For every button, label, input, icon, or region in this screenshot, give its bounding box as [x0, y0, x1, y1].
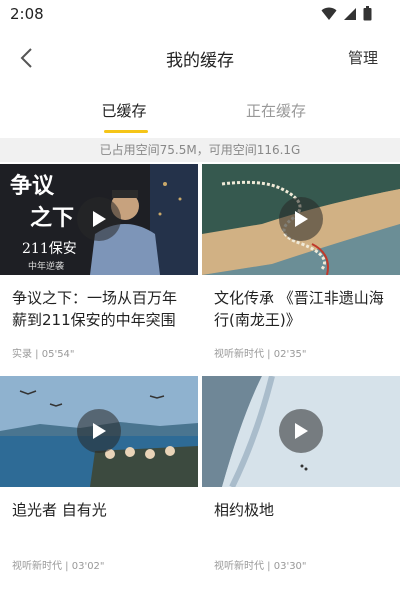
tab-bar: 已缓存 正在缓存 — [0, 96, 400, 136]
active-tab-indicator — [104, 130, 148, 133]
page-title: 我的缓存 — [166, 51, 234, 71]
video-thumbnail[interactable] — [0, 376, 198, 487]
video-thumbnail[interactable]: 争议 之下 211保安 中年逆袭 — [0, 164, 198, 275]
video-card[interactable]: 争议 之下 211保安 中年逆袭 争议之下：一场从百万年薪到211保安的中年突围… — [0, 164, 198, 360]
battery-icon — [363, 6, 372, 21]
wifi-icon — [321, 7, 337, 20]
play-icon — [93, 211, 106, 227]
back-icon — [20, 48, 32, 68]
thumbnail-caption: 211保安 — [22, 241, 77, 257]
video-meta: 视听新时代 | 03'02" — [12, 561, 105, 572]
play-icon — [295, 423, 308, 439]
video-title[interactable]: 文化传承 《晋江非遗山海行(南龙王)》 — [214, 287, 388, 331]
video-thumbnail[interactable] — [202, 164, 400, 275]
play-button[interactable] — [279, 409, 323, 453]
nav-bar: 我的缓存 管理 — [0, 36, 400, 80]
video-card[interactable]: 文化传承 《晋江非遗山海行(南龙王)》 视听新时代 | 02'35" — [202, 164, 400, 360]
manage-button[interactable]: 管理 — [348, 47, 378, 68]
video-meta: 实录 | 05'54" — [12, 349, 75, 360]
play-button[interactable] — [77, 197, 121, 241]
thumbnail-caption: 争议 — [10, 173, 55, 199]
video-title[interactable]: 争议之下：一场从百万年薪到211保安的中年突围 — [12, 287, 186, 331]
storage-info: 已占用空间75.5M，可用空间116.1G — [0, 138, 400, 162]
thumbnail-caption: 中年逆袭 — [28, 262, 65, 272]
tab-downloaded[interactable]: 已缓存 — [64, 100, 184, 121]
video-title[interactable]: 相约极地 — [214, 499, 388, 543]
play-icon — [93, 423, 106, 439]
thumbnail-caption: 之下 — [30, 205, 75, 231]
status-time: 2:08 — [10, 5, 44, 23]
tab-downloading[interactable]: 正在缓存 — [216, 100, 336, 121]
video-card[interactable]: 相约极地 视听新时代 | 03'30" — [202, 376, 400, 572]
video-card[interactable]: 追光者 自有光 视听新时代 | 03'02" — [0, 376, 198, 572]
play-button[interactable] — [77, 409, 121, 453]
play-button[interactable] — [279, 197, 323, 241]
video-meta: 视听新时代 | 03'30" — [214, 561, 307, 572]
video-meta: 视听新时代 | 02'35" — [214, 349, 307, 360]
play-icon — [295, 211, 308, 227]
status-bar: 2:08 — [0, 0, 400, 28]
video-title[interactable]: 追光者 自有光 — [12, 499, 186, 543]
signal-icon — [344, 7, 356, 20]
video-thumbnail[interactable] — [202, 376, 400, 487]
back-button[interactable] — [12, 44, 40, 72]
status-icons — [321, 6, 372, 21]
